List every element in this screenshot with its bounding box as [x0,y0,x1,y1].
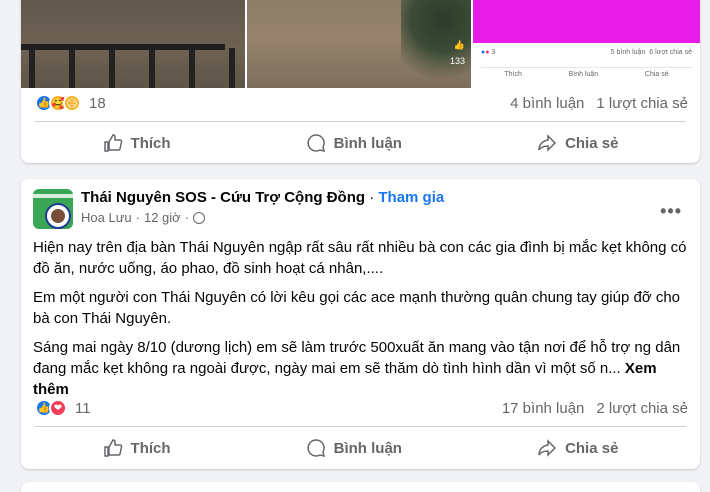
embedded-comments: 5 bình luận [610,49,646,56]
thumbs-up-icon [103,439,122,457]
share-button[interactable]: Chia sẻ [527,432,628,464]
comment-bubble-icon [307,134,325,153]
post-card: 👍 133 ●● 3 5 bình luận 6 lượt chia sẻ Th… [21,0,700,163]
post-stats: 👍 ❤ 11 17 bình luận 2 lượt chia sẻ [35,399,688,417]
embedded-shares: 6 lượt chia sẻ [649,49,692,56]
like-button[interactable]: Thích [93,127,181,159]
share-button[interactable]: Chia sẻ [527,127,628,159]
post-paragraph: Sáng mai ngày 8/10 (dương lịch) em sẽ là… [33,339,681,398]
like-icon: 👍 [453,40,465,50]
divider [35,121,686,122]
post-header: Thái Nguyên SOS - Cứu Trợ Cộng Đồng · Th… [33,189,688,233]
separator: · [184,210,190,225]
comment-label: Bình luận [333,134,402,152]
video-like-count: 133 [449,56,465,66]
join-group-link[interactable]: Tham gia [378,189,444,206]
love-reaction-icon: ❤ [49,399,67,417]
reactions-summary[interactable]: 👍 ❤ 11 [35,399,91,417]
embedded-like: Thích [504,71,522,78]
reaction-count: 11 [75,399,91,417]
comment-bubble-icon [307,439,325,458]
embedded-post-screenshot[interactable]: ●● 3 5 bình luận 6 lượt chia sẻ Thích Bì… [473,0,700,88]
railing-image-detail [21,44,245,88]
post-photo[interactable] [21,0,245,88]
comment-label: Bình luận [333,439,402,457]
embedded-reaction-count: ●● 3 [481,49,496,56]
more-options-icon[interactable]: ••• [660,201,682,222]
post-text: Hiện nay trên địa bàn Thái Nguyên ngập r… [33,237,688,408]
embedded-comment: Bình luận [568,71,599,78]
share-arrow-icon [538,439,557,457]
embedded-share: Chia sẻ [644,71,669,78]
reactions-summary[interactable]: 👍 🥰 😥 18 [35,94,106,112]
reaction-count: 18 [89,94,106,112]
author-avatar[interactable] [45,203,71,229]
author-name[interactable]: Hoa Lưu [81,210,132,225]
shares-count[interactable]: 1 lượt chia sẻ [596,95,688,112]
post-paragraph: Hiện nay trên địa bàn Thái Nguyên ngập r… [33,239,687,277]
group-name[interactable]: Thái Nguyên SOS - Cứu Trợ Cộng Đồng [81,189,365,206]
divider [35,426,686,427]
share-arrow-icon [538,134,557,152]
post-actions: Thích Bình luận Chia sẻ [35,127,686,159]
like-label: Thích [130,134,171,152]
separator: · [369,189,375,206]
comments-count[interactable]: 17 bình luận [502,400,585,417]
post-video-thumbnail[interactable]: 👍 133 [247,0,471,88]
post-time[interactable]: 12 giờ [144,210,181,225]
thumbs-up-icon [103,134,122,152]
post-stats: 👍 🥰 😥 18 4 bình luận 1 lượt chia sẻ [35,94,688,112]
post-paragraph: Em một người con Thái Nguyên có lời kêu … [33,289,681,327]
comment-button[interactable]: Bình luận [296,432,412,464]
comment-button[interactable]: Bình luận [296,127,412,159]
sad-reaction-icon: 😥 [63,94,81,112]
share-label: Chia sẻ [565,439,619,457]
group-avatar[interactable] [33,189,73,229]
like-button[interactable]: Thích [93,432,181,464]
globe-icon [193,211,206,224]
magenta-image [473,0,700,43]
post-card: Thái Nguyên SOS - Cứu Trợ Cộng Đồng · Th… [21,179,700,469]
next-post-card [21,482,700,492]
comments-count[interactable]: 4 bình luận [510,95,584,112]
separator: · [135,210,140,225]
shares-count[interactable]: 2 lượt chia sẻ [596,400,688,417]
like-label: Thích [130,439,171,457]
post-actions: Thích Bình luận Chia sẻ [35,432,686,464]
share-label: Chia sẻ [565,134,619,152]
